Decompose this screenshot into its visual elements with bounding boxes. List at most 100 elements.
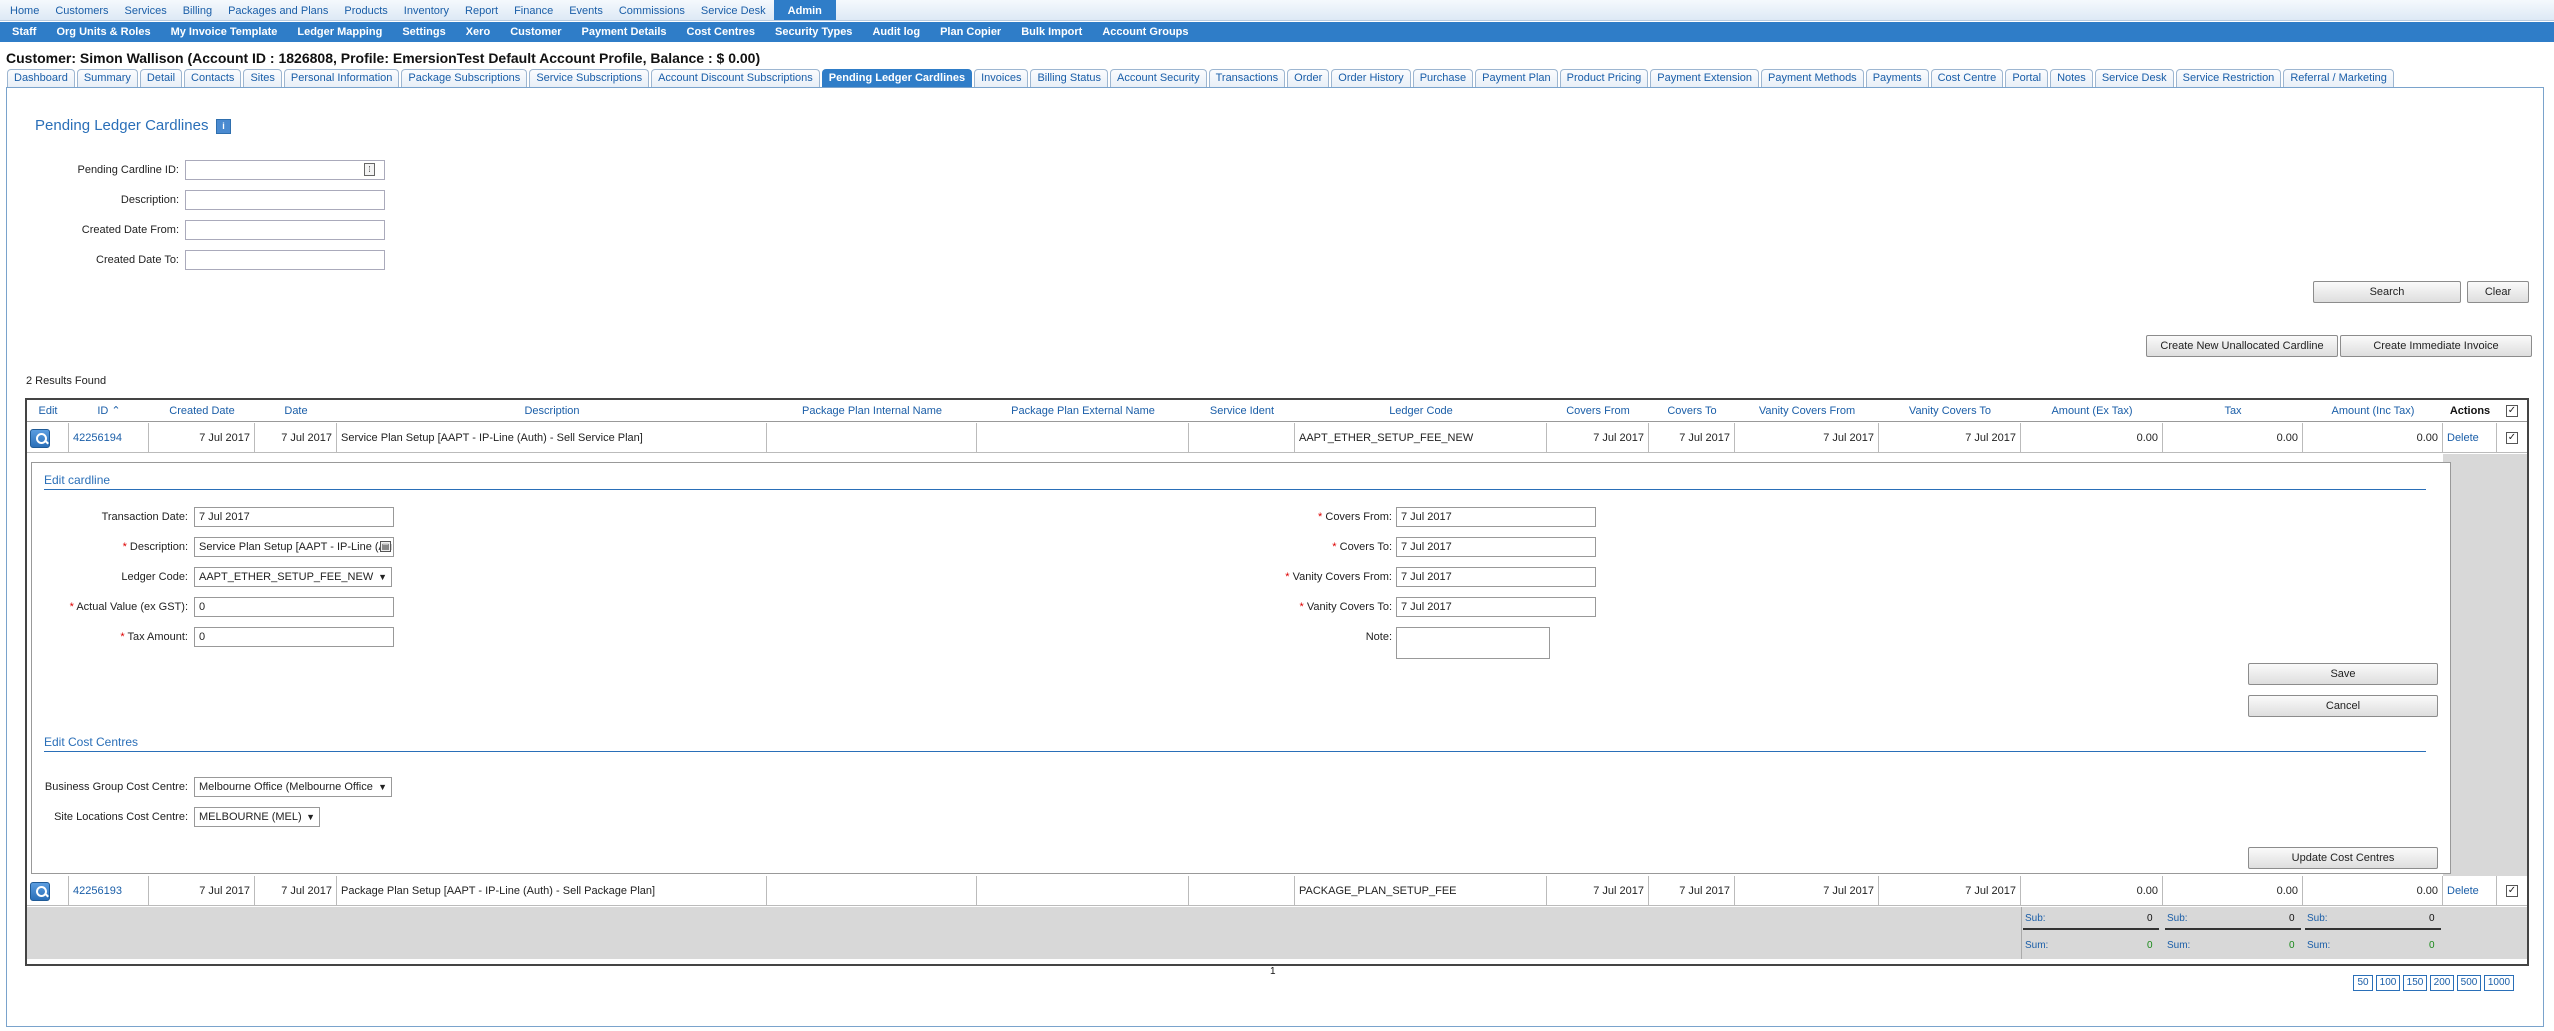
col-vanity-covers-from[interactable]: Vanity Covers From [1735,400,1879,422]
subnav-my-invoice-template[interactable]: My Invoice Template [161,26,288,38]
create-immediate-invoice-button[interactable]: Create Immediate Invoice [2340,335,2532,357]
id-lookup-icon[interactable]: ⁞ [364,163,375,176]
tab-package-subscriptions[interactable]: Package Subscriptions [401,69,528,87]
cancel-button[interactable]: Cancel [2248,695,2438,717]
description-field-input[interactable]: Service Plan Setup [AAPT - IP-Line (Au [194,537,394,557]
covers-from-input[interactable]: 7 Jul 2017 [1396,507,1596,527]
tab-account-discount-subscriptions[interactable]: Account Discount Subscriptions [651,69,820,87]
nav-products[interactable]: Products [336,0,395,20]
subnav-account-groups[interactable]: Account Groups [1092,26,1198,38]
tab-service-restriction[interactable]: Service Restriction [2175,69,2282,87]
description-input[interactable] [185,190,385,210]
subnav-security-types[interactable]: Security Types [765,26,862,38]
row-id-link[interactable]: 42256193 [69,876,149,906]
delete-link[interactable]: Delete [2443,876,2497,906]
site-locations-select[interactable]: MELBOURNE (MEL) [194,807,320,827]
col-id[interactable]: ID ⌃ [69,400,149,422]
search-button[interactable]: Search [2313,281,2461,303]
tab-detail[interactable]: Detail [139,69,183,87]
tab-referral-marketing[interactable]: Referral / Marketing [2283,69,2394,87]
clear-button[interactable]: Clear [2467,281,2529,303]
tab-service-desk[interactable]: Service Desk [2094,69,2174,87]
view-magnifier-icon[interactable] [30,429,50,448]
col-tax[interactable]: Tax [2163,400,2303,422]
actual-value-input[interactable]: 0 [194,597,394,617]
tab-payment-extension[interactable]: Payment Extension [1650,69,1760,87]
subnav-org-units-roles[interactable]: Org Units & Roles [46,26,160,38]
page-size-200[interactable]: 200 [2430,975,2454,991]
tab-contacts[interactable]: Contacts [184,69,242,87]
col-amount-inc-tax[interactable]: Amount (Inc Tax) [2303,400,2443,422]
tab-dashboard[interactable]: Dashboard [7,69,75,87]
vanity-covers-from-input[interactable]: 7 Jul 2017 [1396,567,1596,587]
col-service-ident[interactable]: Service Ident [1189,400,1295,422]
tab-summary[interactable]: Summary [76,69,138,87]
subnav-bulk-import[interactable]: Bulk Import [1011,26,1092,38]
page-size-150[interactable]: 150 [2403,975,2427,991]
covers-to-input[interactable]: 7 Jul 2017 [1396,537,1596,557]
tab-payment-plan[interactable]: Payment Plan [1475,69,1558,87]
nav-inventory[interactable]: Inventory [396,0,457,20]
created-date-to-input[interactable] [185,250,385,270]
col-covers-to[interactable]: Covers To [1649,400,1735,422]
subnav-audit-log[interactable]: Audit log [862,26,930,38]
pending-cardline-id-input[interactable] [185,160,385,180]
col-vanity-covers-to[interactable]: Vanity Covers To [1879,400,2021,422]
current-page[interactable]: 1 [1270,966,1276,977]
created-date-from-input[interactable] [185,220,385,240]
business-group-select[interactable]: Melbourne Office (Melbourne Office [194,777,392,797]
nav-events[interactable]: Events [561,0,611,20]
expand-text-icon[interactable]: ▤ [380,541,391,552]
vanity-covers-to-input[interactable]: 7 Jul 2017 [1396,597,1596,617]
subnav-ledger-mapping[interactable]: Ledger Mapping [287,26,392,38]
nav-commissions[interactable]: Commissions [611,0,693,20]
tab-sites[interactable]: Sites [243,69,282,87]
page-size-50[interactable]: 50 [2353,975,2373,991]
col-amount-ex-tax[interactable]: Amount (Ex Tax) [2021,400,2163,422]
info-icon[interactable]: i [216,119,231,134]
nav-services[interactable]: Services [117,0,175,20]
tab-payment-methods[interactable]: Payment Methods [1761,69,1864,87]
subnav-plan-copier[interactable]: Plan Copier [930,26,1011,38]
col-edit[interactable]: Edit [27,400,69,422]
col-package-plan-external-name[interactable]: Package Plan External Name [977,400,1189,422]
view-magnifier-icon[interactable] [30,882,50,901]
tab-transactions[interactable]: Transactions [1208,69,1286,87]
tax-amount-input[interactable]: 0 [194,627,394,647]
ledger-code-select[interactable]: AAPT_ETHER_SETUP_FEE_NEW [194,567,392,587]
subnav-payment-details[interactable]: Payment Details [572,26,677,38]
tab-notes[interactable]: Notes [2050,69,2093,87]
tab-personal-information[interactable]: Personal Information [283,69,400,87]
subnav-customer[interactable]: Customer [500,26,571,38]
nav-packages-and-plans[interactable]: Packages and Plans [220,0,336,20]
page-size-1000[interactable]: 1000 [2484,975,2514,991]
col-ledger-code[interactable]: Ledger Code [1295,400,1547,422]
row-id-link[interactable]: 42256194 [69,423,149,453]
subnav-settings[interactable]: Settings [392,26,455,38]
tab-pending-ledger-cardlines[interactable]: Pending Ledger Cardlines [821,69,973,87]
tab-invoices[interactable]: Invoices [974,69,1029,87]
transaction-date-input[interactable]: 7 Jul 2017 [194,507,394,527]
delete-link[interactable]: Delete [2443,423,2497,453]
tab-payments[interactable]: Payments [1865,69,1929,87]
tab-purchase[interactable]: Purchase [1412,69,1474,87]
subnav-cost-centres[interactable]: Cost Centres [677,26,765,38]
tab-order-history[interactable]: Order History [1331,69,1411,87]
col-date[interactable]: Date [255,400,337,422]
select-all-checkbox[interactable]: ✓ [2506,405,2518,417]
subnav-staff[interactable]: Staff [2,26,46,38]
page-size-100[interactable]: 100 [2376,975,2400,991]
nav-finance[interactable]: Finance [506,0,561,20]
col-created-date[interactable]: Created Date [149,400,255,422]
tab-service-subscriptions[interactable]: Service Subscriptions [529,69,650,87]
tab-product-pricing[interactable]: Product Pricing [1559,69,1649,87]
tab-account-security[interactable]: Account Security [1110,69,1207,87]
row-checkbox[interactable]: ✓ [2506,432,2518,444]
nav-customers[interactable]: Customers [47,0,116,20]
create-unallocated-cardline-button[interactable]: Create New Unallocated Cardline [2146,335,2338,357]
tab-order[interactable]: Order [1287,69,1330,87]
save-button[interactable]: Save [2248,663,2438,685]
subnav-xero[interactable]: Xero [456,26,500,38]
nav-home[interactable]: Home [2,0,47,20]
nav-admin[interactable]: Admin [773,0,836,20]
